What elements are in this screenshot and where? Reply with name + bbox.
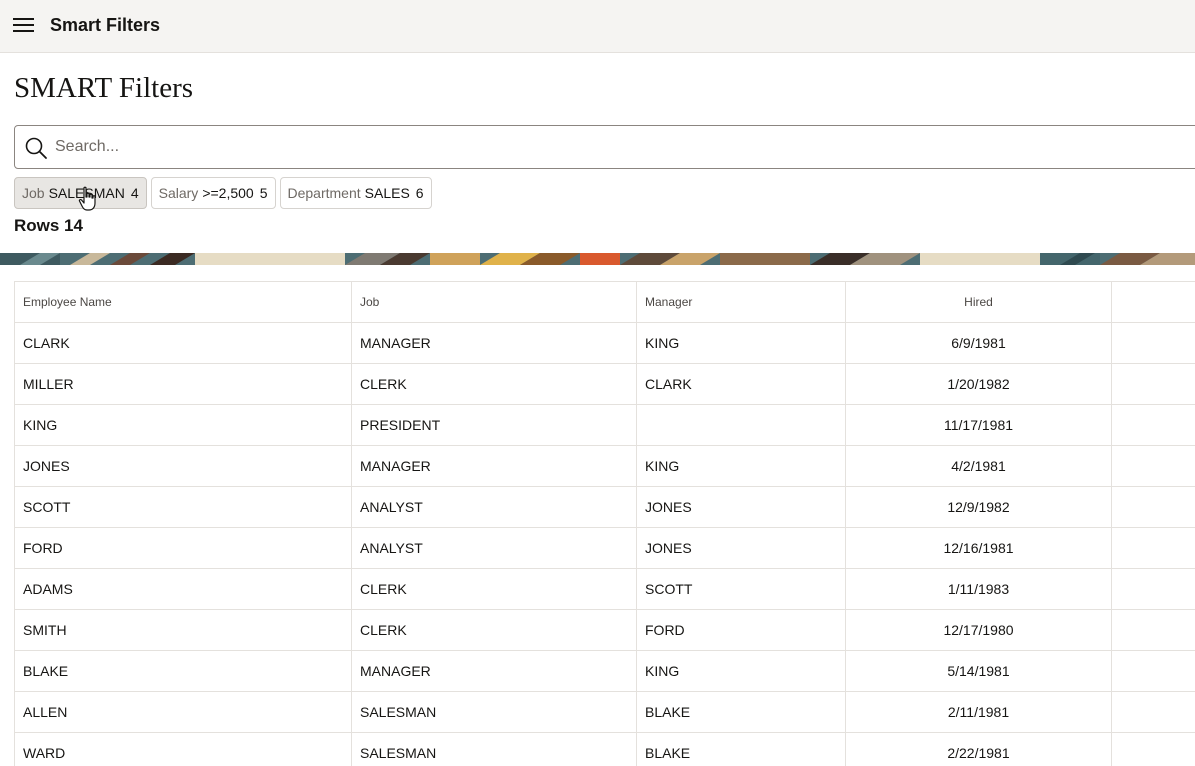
filter-chip-value: SALES <box>364 185 410 201</box>
manager-cell: CLARK <box>637 364 846 404</box>
table-row[interactable]: SCOTT ANALYST JONES 12/9/1982 <box>15 487 1195 528</box>
extra-cell <box>1112 405 1195 445</box>
extra-cell <box>1112 692 1195 732</box>
manager-cell: BLAKE <box>637 733 846 766</box>
table-row[interactable]: CLARK MANAGER KING 6/9/1981 <box>15 323 1195 364</box>
employee-name-cell: SCOTT <box>15 487 352 527</box>
table-header-row: Employee Name Job Manager Hired <box>15 282 1195 323</box>
employee-name-cell: FORD <box>15 528 352 568</box>
manager-cell: BLAKE <box>637 692 846 732</box>
hired-cell: 1/11/1983 <box>846 569 1112 609</box>
table-row[interactable]: JONES MANAGER KING 4/2/1981 <box>15 446 1195 487</box>
search-icon <box>25 137 47 159</box>
search-input[interactable] <box>55 127 1155 167</box>
app-header: Smart Filters <box>0 0 1195 53</box>
employee-table: Employee Name Job Manager Hired CLARK MAN… <box>14 281 1195 766</box>
extra-cell <box>1112 487 1195 527</box>
job-cell: CLERK <box>352 569 637 609</box>
job-cell: PRESIDENT <box>352 405 637 445</box>
hired-cell: 4/2/1981 <box>846 446 1112 486</box>
filter-chip-job[interactable]: Job SALESMAN 4 <box>14 177 147 209</box>
employee-name-cell: BLAKE <box>15 651 352 691</box>
manager-cell: KING <box>637 446 846 486</box>
rows-count: Rows 14 <box>14 216 83 235</box>
employee-name-cell: JONES <box>15 446 352 486</box>
employee-name-cell: ALLEN <box>15 692 352 732</box>
decorative-banner <box>0 253 1195 265</box>
column-header-extra[interactable] <box>1112 282 1195 322</box>
filter-chip-count: 4 <box>130 185 139 201</box>
table-row[interactable]: SMITH CLERK FORD 12/17/1980 <box>15 610 1195 651</box>
page-title: SMART Filters <box>14 72 194 104</box>
search-bar[interactable] <box>14 125 1195 169</box>
manager-cell: SCOTT <box>637 569 846 609</box>
job-cell: CLERK <box>352 364 637 404</box>
extra-cell <box>1112 569 1195 609</box>
column-header-job[interactable]: Job <box>352 282 637 322</box>
filter-chip-count: 6 <box>415 185 424 201</box>
job-cell: SALESMAN <box>352 733 637 766</box>
job-cell: MANAGER <box>352 323 637 363</box>
job-cell: ANALYST <box>352 528 637 568</box>
manager-cell: KING <box>637 651 846 691</box>
filter-chip-key: Salary <box>158 185 199 201</box>
employee-name-cell: ADAMS <box>15 569 352 609</box>
filter-chip-count: 5 <box>259 185 268 201</box>
hired-cell: 5/14/1981 <box>846 651 1112 691</box>
job-cell: CLERK <box>352 610 637 650</box>
filter-chip-value: SALESMAN <box>48 185 125 201</box>
column-header-manager[interactable]: Manager <box>637 282 846 322</box>
column-header-hired[interactable]: Hired <box>846 282 1112 322</box>
extra-cell <box>1112 610 1195 650</box>
table-row[interactable]: BLAKE MANAGER KING 5/14/1981 <box>15 651 1195 692</box>
filter-chip-key: Job <box>22 185 45 201</box>
table-row[interactable]: KING PRESIDENT 11/17/1981 <box>15 405 1195 446</box>
hired-cell: 6/9/1981 <box>846 323 1112 363</box>
extra-cell <box>1112 446 1195 486</box>
filter-chip-department[interactable]: Department SALES 6 <box>279 177 432 209</box>
employee-name-cell: MILLER <box>15 364 352 404</box>
job-cell: SALESMAN <box>352 692 637 732</box>
table-row[interactable]: MILLER CLERK CLARK 1/20/1982 <box>15 364 1195 405</box>
hired-cell: 12/9/1982 <box>846 487 1112 527</box>
filter-chip-key: Department <box>287 185 361 201</box>
employee-name-cell: SMITH <box>15 610 352 650</box>
extra-cell <box>1112 364 1195 404</box>
manager-cell: JONES <box>637 528 846 568</box>
filter-chip-value: >=2,500 <box>202 185 254 201</box>
table-row[interactable]: ALLEN SALESMAN BLAKE 2/11/1981 <box>15 692 1195 733</box>
manager-cell: KING <box>637 323 846 363</box>
hired-cell: 1/20/1982 <box>846 364 1112 404</box>
table-row[interactable]: FORD ANALYST JONES 12/16/1981 <box>15 528 1195 569</box>
extra-cell <box>1112 651 1195 691</box>
column-header-employee-name[interactable]: Employee Name <box>15 282 352 322</box>
manager-cell <box>637 405 846 445</box>
hired-cell: 12/16/1981 <box>846 528 1112 568</box>
table-row[interactable]: WARD SALESMAN BLAKE 2/22/1981 <box>15 733 1195 766</box>
extra-cell <box>1112 528 1195 568</box>
manager-cell: FORD <box>637 610 846 650</box>
table-row[interactable]: ADAMS CLERK SCOTT 1/11/1983 <box>15 569 1195 610</box>
job-cell: ANALYST <box>352 487 637 527</box>
job-cell: MANAGER <box>352 651 637 691</box>
employee-name-cell: WARD <box>15 733 352 766</box>
employee-name-cell: CLARK <box>15 323 352 363</box>
hired-cell: 2/11/1981 <box>846 692 1112 732</box>
manager-cell: JONES <box>637 487 846 527</box>
hired-cell: 11/17/1981 <box>846 405 1112 445</box>
hired-cell: 12/17/1980 <box>846 610 1112 650</box>
extra-cell <box>1112 323 1195 363</box>
extra-cell <box>1112 733 1195 766</box>
filter-chips: Job SALESMAN 4 Salary >=2,500 5 Departme… <box>14 177 432 209</box>
hamburger-menu-icon[interactable] <box>13 17 35 34</box>
hired-cell: 2/22/1981 <box>846 733 1112 766</box>
job-cell: MANAGER <box>352 446 637 486</box>
filter-chip-salary[interactable]: Salary >=2,500 5 <box>150 177 276 209</box>
employee-name-cell: KING <box>15 405 352 445</box>
app-title: Smart Filters <box>50 15 161 35</box>
